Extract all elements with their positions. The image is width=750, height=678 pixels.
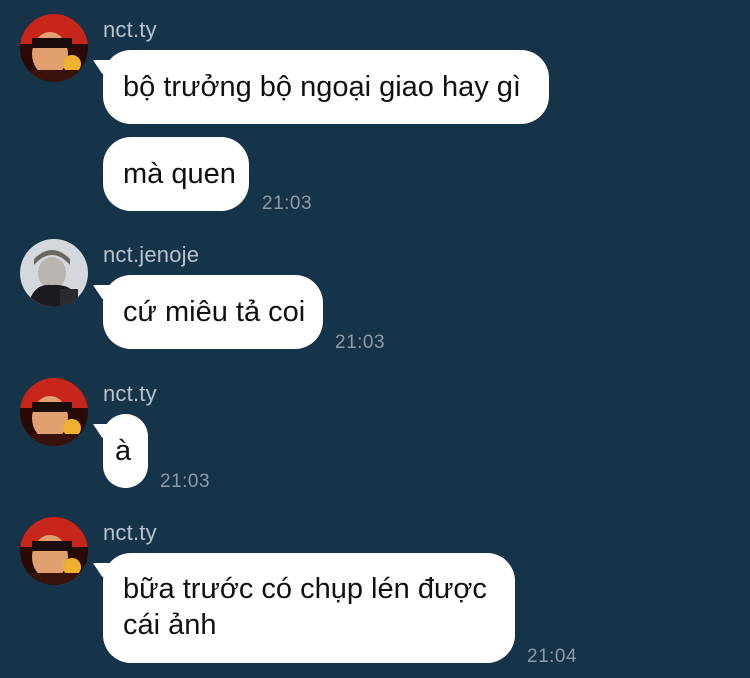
avatar-nct-ty[interactable] [20,14,88,82]
message-bubble[interactable]: bộ trưởng bộ ngoại giao hay gì [103,50,549,124]
chat-thread[interactable]: nct.ty bộ trưởng bộ ngoại giao hay gì mà… [0,0,750,678]
message-timestamp: 21:04 [527,646,578,667]
message-timestamp: 21:03 [335,332,386,353]
sender-name: nct.jenoje [103,242,200,267]
avatar-nct-jenoje[interactable] [20,239,88,307]
avatar-nct-ty[interactable] [20,378,88,446]
message-text: bữa trước có chụp lén được cái ảnh [123,573,487,641]
sender-name: nct.ty [103,520,157,545]
message-text: bộ trưởng bộ ngoại giao hay gì [123,71,521,103]
message-bubble[interactable]: bữa trước có chụp lén được cái ảnh [103,553,515,663]
message-bubble[interactable]: à [103,414,148,488]
sender-name: nct.ty [103,381,157,406]
sender-name: nct.ty [103,17,157,42]
message-text: mà quen [123,158,236,190]
message-bubble[interactable]: mà quen [103,137,249,211]
avatar-nct-ty[interactable] [20,517,88,585]
message-timestamp: 21:03 [160,471,211,492]
message-bubble[interactable]: cứ miêu tả coi [103,275,323,349]
message-text: cứ miêu tả coi [123,296,306,328]
message-timestamp: 21:03 [262,193,313,214]
message-text: à [115,435,132,467]
